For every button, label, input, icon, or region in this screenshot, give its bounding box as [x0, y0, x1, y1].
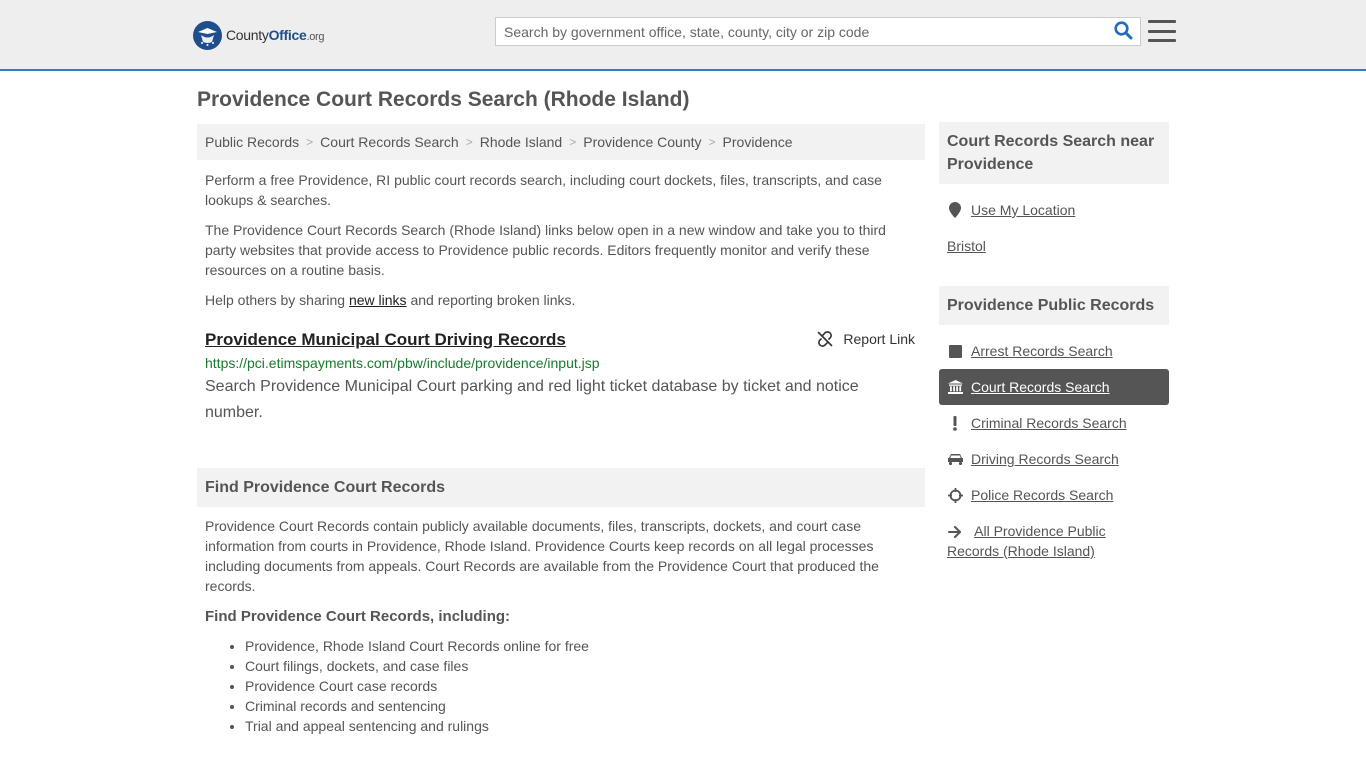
courthouse-icon: [947, 379, 963, 395]
search-input[interactable]: [496, 18, 1106, 45]
breadcrumb-separator-icon: >: [306, 135, 314, 149]
broken-link-icon: [817, 331, 833, 347]
breadcrumb-separator-icon: >: [708, 135, 716, 149]
breadcrumb-providence[interactable]: Providence: [723, 134, 793, 150]
arrow-right-icon: [947, 524, 963, 540]
list-item: Criminal records and sentencing: [245, 696, 917, 716]
share-links-paragraph: Help others by sharing new links and rep…: [205, 292, 576, 308]
record-listing: Providence Municipal Court Driving Recor…: [197, 330, 925, 426]
new-links-link[interactable]: new links: [349, 292, 407, 308]
find-records-list: Providence, Rhode Island Court Records o…: [205, 636, 917, 736]
sidebar-item-label[interactable]: All Providence Public Records (Rhode Isl…: [947, 523, 1106, 559]
nearby-location-item: Bristol: [939, 228, 1169, 264]
page-title: Providence Court Records Search (Rhode I…: [197, 88, 690, 111]
sidebar-item-label[interactable]: Driving Records Search: [971, 449, 1119, 469]
sidebar-item-arrest-records[interactable]: Arrest Records Search: [939, 333, 1169, 369]
main-content: Public Records > Court Records Search > …: [197, 124, 925, 736]
sidebar-item-label[interactable]: Criminal Records Search: [971, 413, 1127, 433]
use-my-location-item: Use My Location: [939, 192, 1169, 228]
nearby-bristol-link[interactable]: Bristol: [947, 236, 986, 256]
intro-paragraph: The Providence Court Records Search (Rho…: [205, 222, 886, 278]
exclamation-icon: [947, 415, 963, 431]
sidebar-item-label[interactable]: Police Records Search: [971, 485, 1113, 505]
breadcrumb-public-records[interactable]: Public Records: [205, 134, 299, 150]
listing-title-link[interactable]: Providence Municipal Court Driving Recor…: [205, 330, 566, 350]
sidebar-item-driving-records[interactable]: Driving Records Search: [939, 441, 1169, 477]
search-icon: [1113, 20, 1133, 43]
nearby-list: Use My Location Bristol: [939, 192, 1169, 264]
breadcrumb-separator-icon: >: [465, 135, 473, 149]
breadcrumb-rhode-island[interactable]: Rhode Island: [480, 134, 563, 150]
logo-text: CountyOffice.org: [226, 27, 325, 43]
square-icon: [947, 343, 963, 359]
breadcrumb-court-records-search[interactable]: Court Records Search: [320, 134, 459, 150]
listing-url: https://pci.etimspayments.com/pbw/includ…: [205, 355, 600, 371]
breadcrumb-separator-icon: >: [569, 135, 577, 149]
list-item: Court filings, dockets, and case files: [245, 656, 917, 676]
nearby-header: Court Records Search near Providence: [939, 122, 1169, 184]
sidebar: Court Records Search near Providence Use…: [939, 122, 1169, 561]
crosshair-icon: [947, 487, 963, 503]
sidebar-item-criminal-records[interactable]: Criminal Records Search: [939, 405, 1169, 441]
search-bar: [495, 17, 1141, 46]
hamburger-menu-icon[interactable]: [1148, 18, 1176, 44]
public-records-header: Providence Public Records: [939, 286, 1169, 325]
map-marker-icon: [947, 202, 963, 218]
intro-paragraph: Perform a free Providence, RI public cou…: [205, 172, 882, 208]
list-item: Providence Court case records: [245, 676, 917, 696]
intro-text: Perform a free Providence, RI public cou…: [197, 170, 925, 310]
sidebar-item-all-public-records[interactable]: All Providence Public Records (Rhode Isl…: [939, 513, 1169, 561]
search-button[interactable]: [1106, 18, 1140, 45]
car-icon: [947, 451, 963, 467]
find-records-body: Providence Court Records contain publicl…: [197, 516, 925, 736]
sidebar-item-label[interactable]: Arrest Records Search: [971, 341, 1113, 361]
find-records-header: Find Providence Court Records: [197, 468, 925, 507]
public-records-list: Arrest Records Search Court Records Sear…: [939, 333, 1169, 561]
site-header: CountyOffice.org: [0, 0, 1366, 71]
report-link-button[interactable]: Report Link: [817, 331, 915, 347]
sidebar-item-police-records[interactable]: Police Records Search: [939, 477, 1169, 513]
site-logo[interactable]: CountyOffice.org: [193, 20, 325, 50]
list-item: Providence, Rhode Island Court Records o…: [245, 636, 917, 656]
list-item: Trial and appeal sentencing and rulings: [245, 716, 917, 736]
find-records-subheading: Find Providence Court Records, including…: [205, 608, 511, 625]
sidebar-item-label[interactable]: Court Records Search: [971, 377, 1110, 397]
logo-seal-icon: [193, 20, 222, 50]
use-my-location-link[interactable]: Use My Location: [971, 200, 1075, 220]
listing-description: Search Providence Municipal Court parkin…: [205, 378, 859, 421]
breadcrumb: Public Records > Court Records Search > …: [197, 124, 925, 160]
find-records-paragraph: Providence Court Records contain publicl…: [205, 518, 879, 594]
sidebar-item-court-records[interactable]: Court Records Search: [939, 369, 1169, 405]
breadcrumb-providence-county[interactable]: Providence County: [583, 134, 701, 150]
